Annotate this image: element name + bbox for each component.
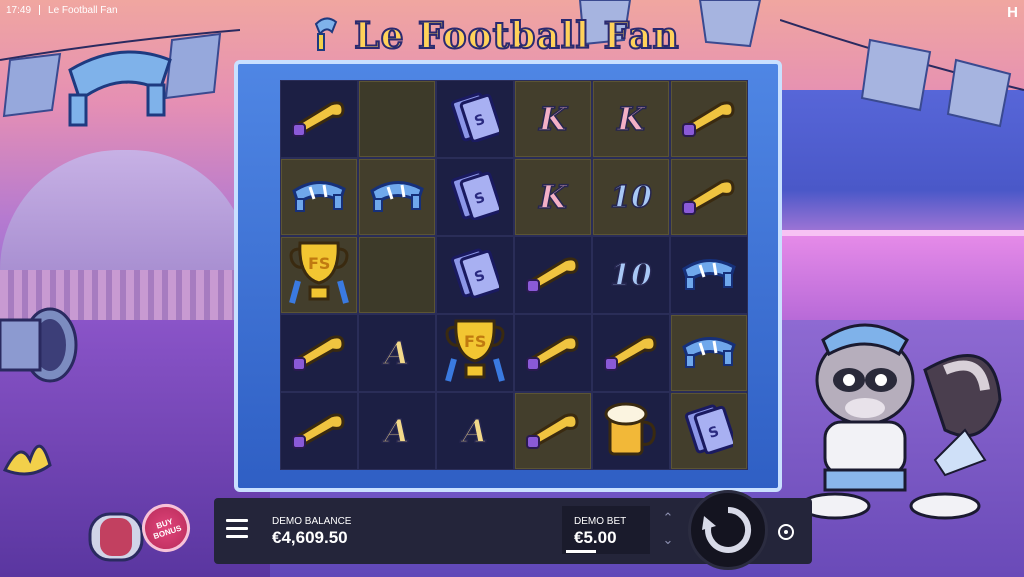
menu-icon[interactable] [226,519,248,539]
status-divider [39,5,41,15]
horn-icon [291,408,347,454]
raccoon-mascot-icon [799,323,1002,520]
reel-cell: K [514,158,592,236]
reel-cell [592,314,670,392]
clock-time: 17:49 [6,4,32,16]
horn-icon [525,252,581,298]
horn-icon [603,330,659,376]
scarf-icon [680,333,738,373]
horn-icon [681,96,737,142]
bet-stepper[interactable]: ⌃ ⌄ [654,508,682,552]
ticket-icon: S [450,170,503,224]
reel-cell [592,392,670,470]
reel-cell [280,158,358,236]
trophy-icon: FS [288,237,350,313]
brand-h-icon: H [1007,4,1018,21]
horn-icon [681,174,737,220]
reel-cell [280,392,358,470]
horn-icon [291,96,347,142]
reel-cell: K [592,80,670,158]
reel-cell [514,314,592,392]
scarf-icon [680,255,738,295]
reel-cell [280,314,358,392]
ticket-icon: S [450,248,503,302]
reel-cell [358,236,436,314]
banana-peel-icon [2,444,52,476]
horn-icon [525,408,581,454]
trash-can-icon [0,307,78,383]
balance-label: DEMO BALANCE [272,516,352,527]
spin-button[interactable] [688,490,768,570]
balance-value: €4,609.50 [272,528,348,547]
reel-cell: 10 [592,236,670,314]
reel-grid: S K K S K 10 FS S 10 A FS A A S [280,80,748,470]
reel-cell: S [436,158,514,236]
reel-cell: 10 [592,158,670,236]
symbol-a: A [462,411,488,451]
horn-icon [291,330,347,376]
reel-cell: K [514,80,592,158]
game-stage: 17:49 Le Football Fan H Le Football Fan … [0,0,1024,577]
hanging-scarf-icon [68,50,172,127]
reel-cell: S [436,236,514,314]
graffiti-wall [780,230,1024,320]
symbol-a: A [384,411,410,451]
svg-text:FS: FS [308,254,330,273]
reel-cell: FS [280,236,358,314]
horn-icon [525,330,581,376]
symbol-k: K [538,99,567,139]
bet-label: DEMO BET [574,516,627,527]
trophy-icon: FS [444,315,506,391]
bet-underline [566,550,596,553]
bet-value: €5.00 [574,528,617,547]
autoplay-button[interactable] [774,520,798,544]
reel-cell: A [358,392,436,470]
symbol-k: K [616,99,645,139]
reel-cell: A [436,392,514,470]
game-title-label: Le Football Fan [48,4,118,16]
reel-cell [670,236,748,314]
soda-can-icon [88,512,144,562]
reel-cell [670,314,748,392]
bunting-right [780,19,1024,128]
beer-icon [604,400,658,462]
spin-arrow-icon [702,506,752,553]
game-logo: Le Football Fan [353,14,680,58]
bet-increase-icon[interactable]: ⌃ [654,508,682,530]
bet-decrease-icon[interactable]: ⌄ [654,530,682,552]
symbol-a: A [384,333,410,373]
autoplay-icon [778,524,794,540]
reel-cell [514,392,592,470]
reel-cell [670,158,748,236]
symbol-10: 10 [609,179,652,216]
ticket-icon: S [450,92,503,146]
symbol-k: K [538,177,567,217]
svg-text:FS: FS [464,332,486,351]
symbol-10: 10 [609,257,652,294]
reel-cell [358,80,436,158]
reel-cell [670,80,748,158]
ticket-icon: S [684,404,737,458]
scarf-icon [368,177,426,217]
reel-cell [280,80,358,158]
reel-cell: S [436,80,514,158]
reel-cell [514,236,592,314]
reel-cell: S [670,392,748,470]
scarf-icon [290,177,348,217]
reel-cell [358,158,436,236]
reel-cell: A [358,314,436,392]
reel-cell: FS [436,314,514,392]
